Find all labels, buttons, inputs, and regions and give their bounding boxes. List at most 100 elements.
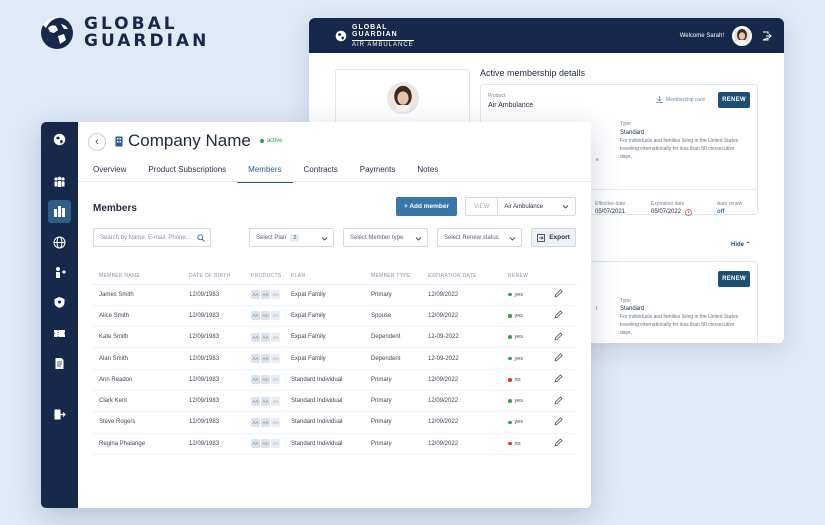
column-header[interactable]: MEMBER NAME [93,268,189,285]
member-name: Alice Smith [93,305,189,328]
member-name: Kate Smith [93,326,189,349]
edit-icon[interactable] [554,289,563,298]
chevron-down-icon [415,237,422,241]
sidebar-item-security[interactable] [48,291,71,314]
chevron-up-icon: ⌃ [745,242,751,248]
edit-icon[interactable] [554,353,563,362]
renew-status-filter[interactable]: Select Renew status [437,228,522,247]
tab-overview[interactable]: Overview [93,165,126,180]
column-header[interactable]: EXPIRATION DATE [428,268,508,285]
type-label-2: Type [620,298,631,304]
column-header[interactable]: MEMBER TYPE [371,268,428,285]
renew-dot [508,441,512,446]
status-label: active [266,138,283,144]
table-row[interactable]: Clark Kent 12/09/1983 AA AA AA Standard Indiv… [93,390,577,413]
member-type: Spouse [371,305,428,328]
expiration-date: 12-09-2022 [428,326,508,349]
table-row[interactable]: Alan Smith 12/09/1983 AA AA AA Expat Family De… [93,347,577,370]
member-type-filter[interactable]: Select Member type [343,228,428,247]
column-header[interactable]: PRODUCTS [251,268,291,285]
status-badge: active [259,138,283,144]
add-member-button[interactable]: + Add member [396,197,457,216]
product-tag: AA [261,417,270,427]
type-value-2: Standard [620,306,645,312]
renew-button-2[interactable]: RENEW [718,271,750,287]
sidebar-logo[interactable] [48,128,71,151]
edit-icon[interactable] [554,396,563,405]
table-row[interactable]: Ann Readon 12/09/1983 AA AA AA Standard Indiv… [93,369,577,391]
edit-icon[interactable] [554,310,563,319]
sidebar-item-documents[interactable] [48,352,71,375]
renew-value: yes [514,312,524,319]
back-button[interactable]: ‹ [88,133,106,151]
plan-filter[interactable]: Select Plan 2 [249,228,334,247]
sidebar-item-users[interactable] [48,170,71,193]
sidebar-item-add-user[interactable] [48,261,71,284]
tab-members[interactable]: Members [237,165,293,183]
edit-icon[interactable] [554,417,563,426]
welcome-text: Welcome Sarah! [679,32,724,39]
logout-icon[interactable] [762,31,772,41]
sidebar-item-logout[interactable] [48,403,71,426]
table-row[interactable]: Regina Phalange 12/09/1983 AA AA AA Standard … [93,433,577,455]
sidebar-item-tickets[interactable] [48,322,71,345]
member-name: Steve Rogers [93,411,189,434]
table-row[interactable]: James Smith 12/09/1983 AA AA AA Expat Family P… [93,284,577,306]
table-row[interactable]: Alice Smith 12/09/1983 AA AA AA Expat Family S… [93,305,577,328]
renew-value: yes [514,291,524,298]
document-icon [55,358,64,369]
search-input[interactable]: Search by Name, E-mail, Phone... [93,228,211,247]
membership-card-link[interactable]: Membership card [656,96,705,103]
avatar[interactable] [732,25,752,46]
export-button[interactable]: Export [531,228,576,247]
tab-contracts[interactable]: Contracts [304,165,338,180]
building-icon [115,136,123,146]
renew-status: yes [508,326,554,349]
member-type: Primary [371,411,428,434]
member-type-filter-label: Select Member type [350,234,404,241]
chevron-down-icon [509,237,516,241]
user-photo-icon [737,28,747,44]
autorenew-label: Auto renew [717,201,743,207]
type-description-2: For individuals and families living in t… [620,314,739,336]
plan: Expat Family [291,326,371,349]
product-tag: AA [261,332,270,342]
view-select[interactable]: VIEW Air Ambulance [465,197,576,216]
date-of-birth: 12/09/1983 [189,369,251,391]
renew-dot [508,420,512,425]
view-label: VIEW [466,198,499,215]
add-user-icon [56,267,66,278]
edit-icon[interactable] [554,332,563,341]
hide-toggle[interactable]: Hide ⌃ [731,241,751,248]
sidebar-item-world[interactable] [48,231,71,254]
expiration-date: 12/09/2022 [428,433,508,455]
partial-text: e [596,157,599,163]
member-type: Primary [371,433,428,455]
expiration-value: 05/07/2022 [651,209,682,215]
tab-product-subscriptions[interactable]: Product Subscriptions [148,165,226,180]
table-row[interactable]: Kate Smith 12/09/1983 AA AA AA Expat Family De… [93,326,577,349]
edit-icon[interactable] [554,374,563,383]
edit-icon[interactable] [554,438,563,447]
table-row[interactable]: Steve Rogers 12/09/1983 AA AA AA Standard Ind… [93,411,577,434]
tabs-divider [78,181,591,182]
renew-button[interactable]: RENEW [718,92,750,108]
column-header[interactable]: RENEW [508,268,554,285]
column-header[interactable]: PLAN [291,268,371,285]
member-type: Primary [371,390,428,413]
product-tag: AA [271,396,280,406]
expiration-label: Expiration date [651,201,685,207]
renew-status: no [508,433,554,455]
tab-payments[interactable]: Payments [360,165,396,180]
column-header[interactable]: DATE OF BIRTH [189,268,251,285]
renew-status: yes [508,390,554,413]
product-tag: AA [271,354,280,364]
product-tag: AA [261,375,270,385]
product-tag: AA [251,417,260,427]
global-guardian-logo: GLOBAL GUARDIAN [40,16,209,50]
product-tag: AA [261,439,270,449]
expiration-date: 12/09/2022 [428,305,508,328]
status-dot [259,139,264,143]
tab-notes[interactable]: Notes [417,165,438,180]
sidebar-item-companies[interactable] [48,200,71,223]
